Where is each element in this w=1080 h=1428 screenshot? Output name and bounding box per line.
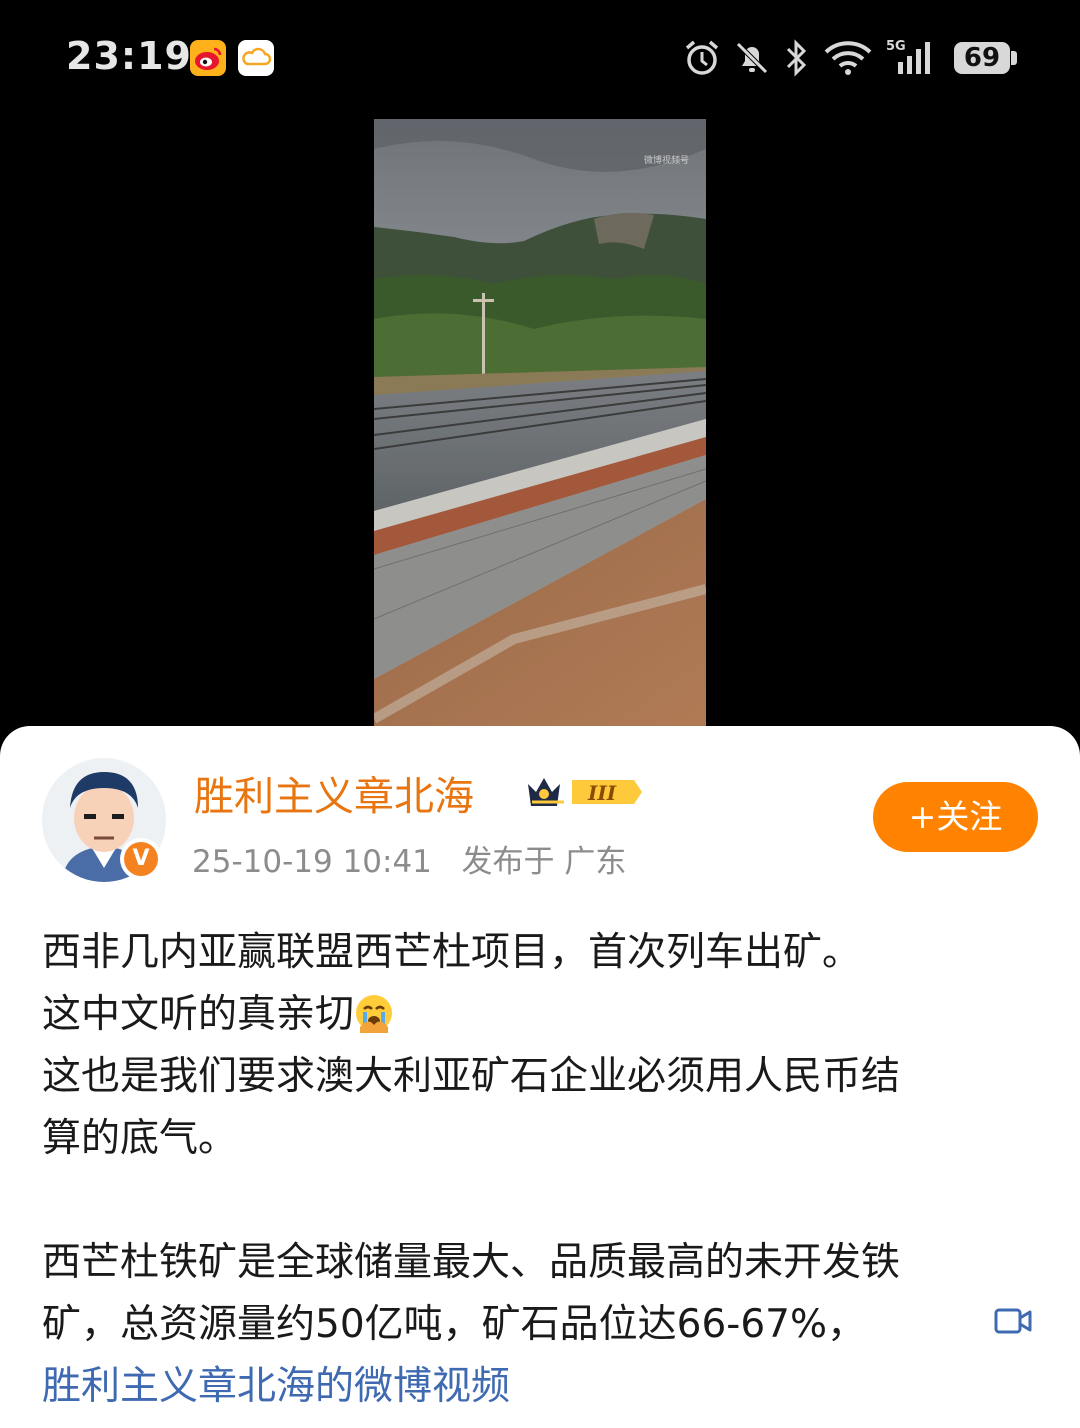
post-location: 发布于 广东 xyxy=(461,844,627,880)
crown-level-badge: III xyxy=(528,778,642,806)
verified-badge: V xyxy=(120,838,162,880)
post-meta: 25-10-19 10:41 发布于 广东 xyxy=(192,836,626,881)
post-line: 这中文听的真亲切 xyxy=(42,992,355,1037)
post-timestamp: 25-10-19 10:41 xyxy=(192,844,432,880)
status-time: 23:19 xyxy=(66,34,192,78)
weibo-icon xyxy=(190,40,226,76)
video-camera-icon[interactable] xyxy=(994,1306,1034,1336)
post-line: 矿，总资源量约50亿吨，矿石品位达66-67%， xyxy=(42,1302,867,1347)
verified-icon: V xyxy=(124,842,158,876)
username[interactable]: 胜利主义章北海 xyxy=(194,764,474,822)
5g-signal-icon: 5G xyxy=(886,39,930,74)
video-link-line: 胜利主义章北海的微博视频 xyxy=(42,1356,1042,1418)
video-watermark: 微博视频号 xyxy=(644,156,690,166)
post-body: 西非几内亚赢联盟西芒杜项目，首次列车出矿。 这中文听的真亲切 这也是我们要求澳大… xyxy=(42,922,1042,1418)
post-line: 西非几内亚赢联盟西芒杜项目，首次列车出矿。 xyxy=(42,930,862,975)
mute-icon xyxy=(736,42,768,74)
battery-tip xyxy=(1011,51,1017,65)
video-frame xyxy=(374,119,706,726)
video-link[interactable]: 胜利主义章北海的微博视频 xyxy=(42,1364,510,1409)
wifi-icon xyxy=(824,41,872,75)
bluetooth-icon xyxy=(786,39,807,77)
crying-emoji-icon xyxy=(356,995,393,1033)
follow-button[interactable]: +关注 xyxy=(873,782,1038,852)
post-line: 西芒杜铁矿是全球储量最大、品质最高的未开发铁 xyxy=(42,1240,901,1285)
post-line-with-emoji: 这中文听的真亲切 xyxy=(42,984,1042,1046)
level-text: III xyxy=(587,781,617,805)
post-line: 算的底气。 xyxy=(42,1116,238,1161)
post-line: 这也是我们要求澳大利亚矿石企业必须用人民币结 xyxy=(42,1054,901,1099)
alarm-icon xyxy=(685,40,719,75)
battery-icon: 69 xyxy=(954,42,1010,74)
battery-level: 69 xyxy=(963,43,1001,73)
network-label: 5G xyxy=(886,39,906,54)
video-player[interactable]: 微博视频号 xyxy=(374,119,706,726)
weather-icon xyxy=(238,40,274,76)
status-bar: 23:19 5G 69 xyxy=(0,0,1080,115)
